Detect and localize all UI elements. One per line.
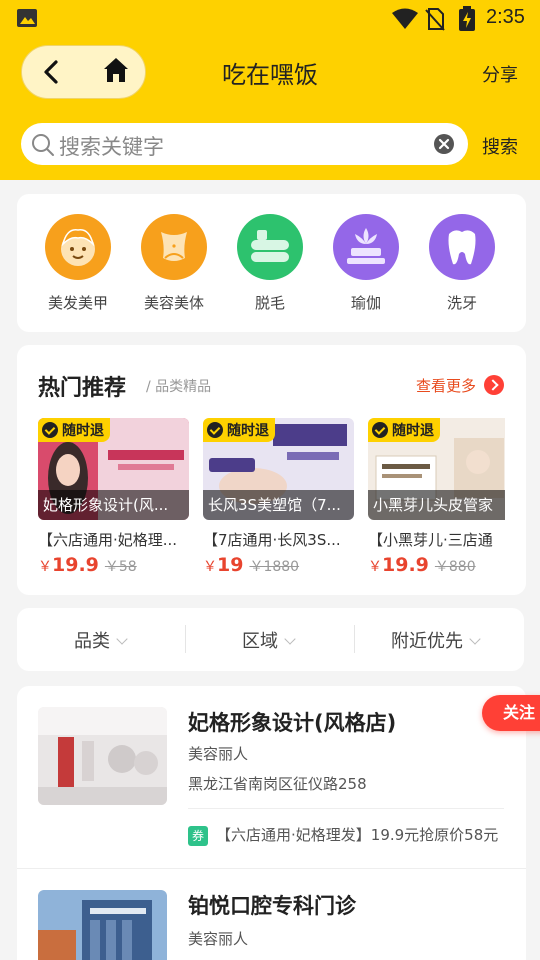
- hot-item-desc: 【小黑芽儿·三店通: [368, 531, 493, 549]
- refund-tag: 随时退: [38, 418, 110, 442]
- price: 19.9: [52, 554, 99, 576]
- category-label: 脱毛: [254, 294, 285, 312]
- filter-nearby[interactable]: 附近优先: [391, 627, 481, 653]
- shop-item[interactable]: 铂悦口腔专科门诊 美容丽人: [17, 869, 526, 960]
- hot-recommend-section: 热门推荐 / 品类精品 查看更多 随时退 妃格形象设计(风... 【六店通用·妃…: [17, 345, 526, 595]
- refund-tag: 随时退: [203, 418, 275, 442]
- nav-capsule: [21, 45, 146, 99]
- hot-carousel[interactable]: 随时退 妃格形象设计(风... 【六店通用·妃格理... ￥19.9 ￥58 随时…: [38, 418, 505, 588]
- shop-address: 黑龙江省南岗区征仪路258: [188, 775, 367, 793]
- price: 19.9: [382, 554, 429, 576]
- shop-coupon[interactable]: 券【六店通用·妃格理发】19.9元抢原价58元: [188, 824, 504, 846]
- coupon-badge: 券: [188, 826, 208, 846]
- refund-tag-label: 随时退: [392, 423, 434, 439]
- coupon-text: 【六店通用·妃格理发】19.9元抢原价58元: [216, 826, 499, 844]
- filter-divider: [354, 625, 355, 653]
- hot-item[interactable]: 随时退 小黑芽儿头皮管家 【小黑芽儿·三店通 ￥19.9 ￥880: [368, 418, 505, 576]
- price: 19: [217, 554, 244, 576]
- filter-label: 区域: [242, 631, 278, 652]
- filter-divider: [185, 625, 186, 653]
- hot-item-caption: 小黑芽儿头皮管家: [368, 490, 505, 520]
- search-input[interactable]: 搜索关键字: [21, 123, 468, 165]
- image-notification-icon: [17, 9, 37, 27]
- currency: ￥: [368, 559, 382, 575]
- filter-label: 品类: [74, 631, 110, 652]
- back-arrow-icon[interactable]: [40, 58, 62, 86]
- chevron-down-icon: [116, 633, 128, 645]
- category-item-hair-nails[interactable]: 美发美甲: [30, 214, 126, 313]
- shop-image: [38, 890, 167, 960]
- original-price: ￥1880: [249, 559, 300, 575]
- shop-item[interactable]: 妃格形象设计(风格店) 美容丽人 黑龙江省南岗区征仪路258 券【六店通用·妃格…: [17, 686, 526, 868]
- follow-button[interactable]: 关注: [482, 695, 540, 731]
- original-price: ￥58: [104, 559, 137, 575]
- check-icon: [372, 422, 388, 438]
- hot-item-desc: 【六店通用·妃格理...: [38, 531, 178, 549]
- category-item-yoga[interactable]: 瑜伽: [318, 214, 414, 313]
- hot-item-caption: 长风3S美塑馆（7...: [203, 490, 354, 520]
- view-more-link[interactable]: 查看更多: [416, 375, 476, 396]
- refund-tag-label: 随时退: [227, 423, 269, 439]
- chevron-down-icon: [469, 633, 481, 645]
- body-shape-icon: [141, 214, 207, 280]
- filter-region[interactable]: 区域: [242, 627, 296, 653]
- refund-tag-label: 随时退: [62, 423, 104, 439]
- filter-label: 附近优先: [391, 631, 463, 652]
- section-title: 热门推荐: [38, 376, 127, 401]
- tooth-icon: [429, 214, 495, 280]
- hot-item-caption: 妃格形象设计(风...: [38, 490, 189, 520]
- hot-item[interactable]: 随时退 妃格形象设计(风... 【六店通用·妃格理... ￥19.9 ￥58: [38, 418, 189, 576]
- check-icon: [42, 422, 58, 438]
- filter-bar: 品类 区域 附近优先: [17, 608, 524, 671]
- shop-list: 妃格形象设计(风格店) 美容丽人 黑龙江省南岗区征仪路258 券【六店通用·妃格…: [17, 686, 526, 960]
- home-icon[interactable]: [102, 56, 130, 84]
- category-label: 美发美甲: [47, 294, 108, 312]
- shop-name: 妃格形象设计(风格店): [188, 711, 397, 735]
- search-button[interactable]: 搜索: [482, 133, 518, 159]
- hair-removal-icon: [237, 214, 303, 280]
- hot-item-image: 随时退 小黑芽儿头皮管家: [368, 418, 505, 520]
- share-button[interactable]: 分享: [482, 61, 518, 87]
- category-grid: 美发美甲 美容美体 脱毛 瑜伽 洗牙: [17, 194, 526, 332]
- price-row: ￥19.9 ￥58: [38, 554, 189, 576]
- hot-item[interactable]: 随时退 长风3S美塑馆（7... 【7店通用·长风3S... ￥19 ￥1880: [203, 418, 354, 576]
- wifi-icon: [392, 8, 418, 29]
- status-time: 2:35: [486, 6, 525, 28]
- shop-category: 美容丽人: [188, 930, 249, 948]
- chevron-down-icon: [284, 633, 296, 645]
- clear-icon[interactable]: [433, 133, 455, 155]
- original-price: ￥880: [434, 559, 476, 575]
- price-row: ￥19 ￥1880: [203, 554, 354, 576]
- no-sim-icon: [425, 8, 445, 31]
- category-item-beauty-body[interactable]: 美容美体: [126, 214, 222, 313]
- lotus-yoga-icon: [333, 214, 399, 280]
- hot-item-image: 随时退 长风3S美塑馆（7...: [203, 418, 354, 520]
- currency: ￥: [38, 559, 52, 575]
- category-item-teeth-cleaning[interactable]: 洗牙: [414, 214, 510, 313]
- category-label: 美容美体: [143, 294, 204, 312]
- page-title: 吃在嘿饭: [222, 61, 318, 89]
- chevron-right-icon[interactable]: [484, 375, 504, 395]
- category-label: 洗牙: [446, 294, 477, 312]
- baby-face-icon: [45, 214, 111, 280]
- category-item-hair-removal[interactable]: 脱毛: [222, 214, 318, 313]
- price-row: ￥19.9 ￥880: [368, 554, 505, 576]
- hot-item-image: 随时退 妃格形象设计(风...: [38, 418, 189, 520]
- battery-charging-icon: [459, 6, 475, 31]
- check-icon: [207, 422, 223, 438]
- search-placeholder: 搜索关键字: [59, 135, 164, 159]
- refund-tag: 随时退: [368, 418, 440, 442]
- currency: ￥: [203, 559, 217, 575]
- hot-item-desc: 【7店通用·长风3S...: [203, 531, 341, 549]
- section-subtitle: / 品类精品: [146, 379, 212, 395]
- shop-image: [38, 707, 167, 805]
- filter-category[interactable]: 品类: [74, 627, 128, 653]
- shop-name: 铂悦口腔专科门诊: [188, 894, 356, 918]
- status-bar: 2:35: [0, 0, 540, 38]
- search-icon: [32, 134, 54, 156]
- category-label: 瑜伽: [350, 294, 381, 312]
- shop-separator: [188, 808, 504, 809]
- shop-category: 美容丽人: [188, 745, 249, 763]
